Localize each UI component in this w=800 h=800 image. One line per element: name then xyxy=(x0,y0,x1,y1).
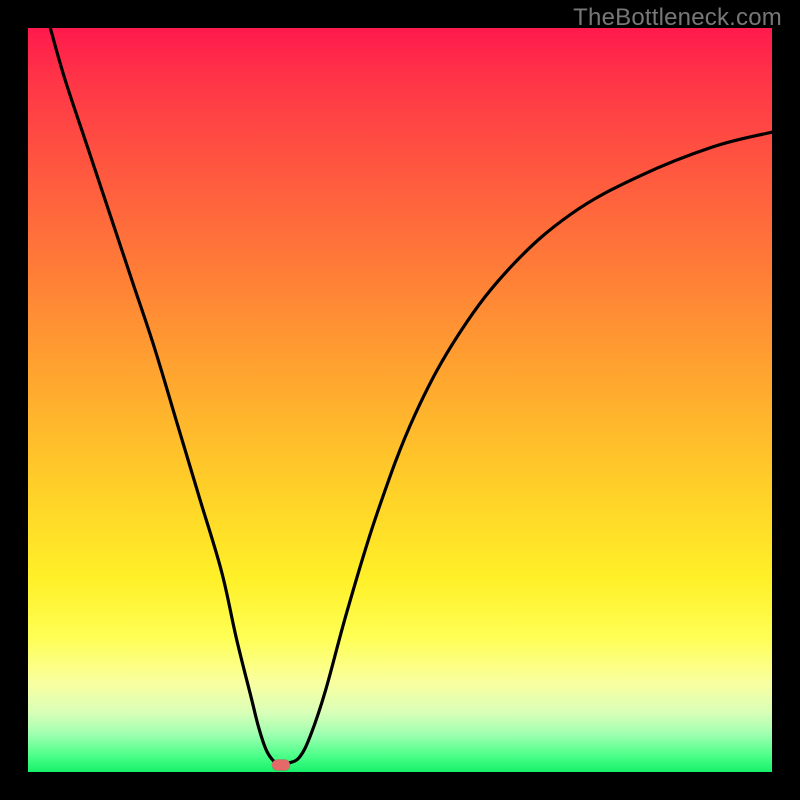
optimal-point-marker xyxy=(272,759,290,770)
watermark-text: TheBottleneck.com xyxy=(573,4,782,32)
bottleneck-curve xyxy=(50,28,772,765)
chart-frame: TheBottleneck.com xyxy=(0,0,800,800)
curve-layer xyxy=(28,28,772,772)
plot-area xyxy=(28,28,772,772)
